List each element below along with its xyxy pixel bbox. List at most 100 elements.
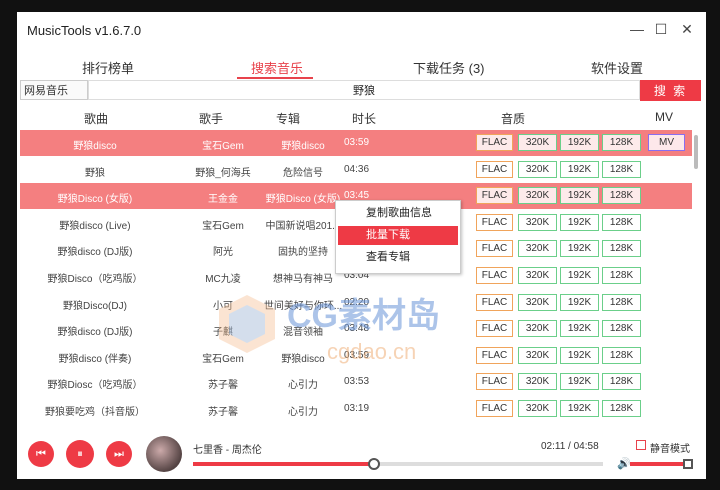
quality-192k-button[interactable]: 192K — [560, 187, 599, 205]
menu-item-copy-info[interactable]: 复制歌曲信息 — [338, 204, 458, 223]
table-row[interactable]: 野狼disco 宝石Gem 野狼disco 03:59 FLAC 320K 192K 128K… — [20, 130, 692, 156]
search-button[interactable]: 搜 索 — [640, 80, 701, 101]
quality-192k-button[interactable]: 192K — [560, 293, 599, 311]
album-cell: 心引力 — [288, 407, 318, 418]
menu-item-batch-download[interactable]: 批量下载 — [338, 226, 458, 245]
song-cell: 野狼disco (伴奏) — [58, 353, 132, 365]
title-bar: MusicTools v1.6.7.0 — ☐ ✕ — [17, 12, 706, 50]
column-artist[interactable]: 歌手 — [199, 110, 223, 127]
quality-192k-button[interactable]: 192K — [560, 320, 599, 338]
volume-icon[interactable]: 🔊 — [617, 457, 631, 470]
quality-flac-button[interactable]: FLAC — [476, 400, 513, 417]
quality-128k-button[interactable]: 128K — [602, 373, 641, 391]
song-cell: 野狼Disco（吃鸡版） — [47, 274, 143, 285]
quality-flac-button[interactable]: FLAC — [476, 134, 513, 151]
quality-flac-button[interactable]: FLAC — [476, 160, 513, 178]
song-cell: 野狼要吃鸡（抖音版） — [45, 407, 145, 418]
quality-128k-button[interactable]: 128K — [602, 320, 641, 338]
quality-192k-button[interactable]: 192K — [560, 267, 599, 284]
quality-320k-button[interactable]: 320K — [518, 267, 557, 284]
quality-320k-button[interactable]: 320K — [518, 400, 557, 417]
song-cell: 野狼disco (DJ版) — [57, 247, 133, 259]
scrollbar-thumb[interactable] — [694, 135, 698, 169]
quality-128k-button[interactable]: 128K — [602, 134, 641, 151]
progress-slider[interactable] — [193, 458, 603, 470]
player-bar: ⏮ ⏸ ⏭ 七里香 - 周杰伦 02:11 / 04:58 🔊 静音模式 — [17, 432, 706, 479]
quality-128k-button[interactable]: 128K — [602, 240, 641, 258]
artist-cell: 阿光 — [213, 247, 233, 259]
quality-192k-button[interactable]: 192K — [560, 160, 599, 178]
quality-320k-button[interactable]: 320K — [518, 134, 557, 151]
previous-button[interactable]: ⏮ — [28, 441, 54, 467]
close-button[interactable]: ✕ — [677, 21, 697, 38]
search-input[interactable] — [88, 80, 640, 100]
quality-320k-button[interactable]: 320K — [518, 373, 557, 391]
source-select[interactable]: 网易音乐 — [20, 80, 88, 100]
quality-128k-button[interactable]: 128K — [602, 213, 641, 231]
pause-button[interactable]: ⏸ — [66, 440, 94, 468]
album-cell: 中国新说唱201... — [265, 220, 341, 232]
tab-settings[interactable]: 软件设置 — [591, 58, 643, 77]
artist-cell: 野狼_何海兵 — [195, 167, 251, 179]
quality-flac-button[interactable]: FLAC — [476, 187, 513, 205]
progress-fill — [193, 462, 374, 466]
quality-192k-button[interactable]: 192K — [560, 346, 599, 364]
quality-320k-button[interactable]: 320K — [518, 320, 557, 338]
watermark: CG素材岛 cgdao.cn — [217, 287, 517, 377]
artist-cell: 苏子馨 — [208, 380, 238, 392]
quality-flac-button[interactable]: FLAC — [476, 213, 513, 231]
quality-192k-button[interactable]: 192K — [560, 134, 599, 151]
duration-cell: 03:59 — [344, 137, 370, 148]
column-song[interactable]: 歌曲 — [84, 110, 108, 127]
table-row[interactable]: 野狼要吃鸡（抖音版） 苏子馨 心引力 03:19 FLAC 320K 192K 128K — [20, 396, 692, 422]
table-row[interactable]: 野狼 野狼_何海兵 危险信号 04:36 FLAC 320K 192K 128K — [20, 157, 692, 183]
column-duration[interactable]: 时长 — [352, 110, 376, 127]
app-title: MusicTools v1.6.7.0 — [27, 23, 142, 38]
app-window: MusicTools v1.6.7.0 — ☐ ✕ 排行榜单 搜索音乐 下载任务… — [17, 12, 706, 479]
active-tab-indicator — [237, 77, 313, 79]
mv-button[interactable]: MV — [648, 134, 685, 151]
quality-320k-button[interactable]: 320K — [518, 213, 557, 231]
tab-downloads[interactable]: 下载任务 (3) — [413, 58, 485, 77]
quality-128k-button[interactable]: 128K — [602, 160, 641, 178]
quality-320k-button[interactable]: 320K — [518, 240, 557, 258]
quality-flac-button[interactable]: FLAC — [476, 240, 513, 258]
playback-time: 02:11 / 04:58 — [541, 441, 599, 452]
quality-128k-button[interactable]: 128K — [602, 187, 641, 205]
quality-128k-button[interactable]: 128K — [602, 346, 641, 364]
volume-slider[interactable] — [630, 459, 693, 469]
quality-320k-button[interactable]: 320K — [518, 293, 557, 311]
quality-320k-button[interactable]: 320K — [518, 160, 557, 178]
album-cell: 危险信号 — [283, 167, 323, 179]
next-button[interactable]: ⏭ — [106, 441, 132, 467]
artist-cell: 苏子馨 — [208, 407, 238, 418]
progress-knob[interactable] — [368, 458, 381, 470]
mute-label: 静音模式 — [650, 444, 690, 455]
quality-128k-button[interactable]: 128K — [602, 400, 641, 417]
tab-bar: 排行榜单 搜索音乐 下载任务 (3) 软件设置 — [17, 53, 706, 81]
artist-cell: 宝石Gem — [202, 220, 244, 232]
mute-checkbox[interactable] — [636, 440, 646, 450]
quality-128k-button[interactable]: 128K — [602, 293, 641, 311]
tab-search[interactable]: 搜索音乐 — [251, 58, 303, 77]
quality-flac-button[interactable]: FLAC — [476, 267, 513, 284]
quality-128k-button[interactable]: 128K — [602, 267, 641, 284]
artist-cell: 王金金 — [208, 194, 238, 206]
quality-320k-button[interactable]: 320K — [518, 187, 557, 205]
quality-192k-button[interactable]: 192K — [560, 240, 599, 258]
duration-cell: 03:53 — [344, 376, 370, 388]
maximize-button[interactable]: ☐ — [651, 21, 671, 38]
column-album[interactable]: 专辑 — [276, 110, 300, 127]
scrollbar[interactable] — [692, 129, 700, 431]
tab-charts[interactable]: 排行榜单 — [82, 58, 134, 77]
artist-cell: MC九凌 — [205, 274, 241, 285]
column-mv: MV — [655, 110, 673, 124]
quality-192k-button[interactable]: 192K — [560, 373, 599, 391]
quality-192k-button[interactable]: 192K — [560, 213, 599, 231]
song-cell: 野狼disco — [73, 141, 117, 152]
quality-320k-button[interactable]: 320K — [518, 346, 557, 364]
menu-item-view-album[interactable]: 查看专辑 — [338, 248, 458, 267]
volume-knob[interactable] — [683, 459, 693, 469]
quality-192k-button[interactable]: 192K — [560, 400, 599, 417]
minimize-button[interactable]: — — [627, 21, 647, 37]
